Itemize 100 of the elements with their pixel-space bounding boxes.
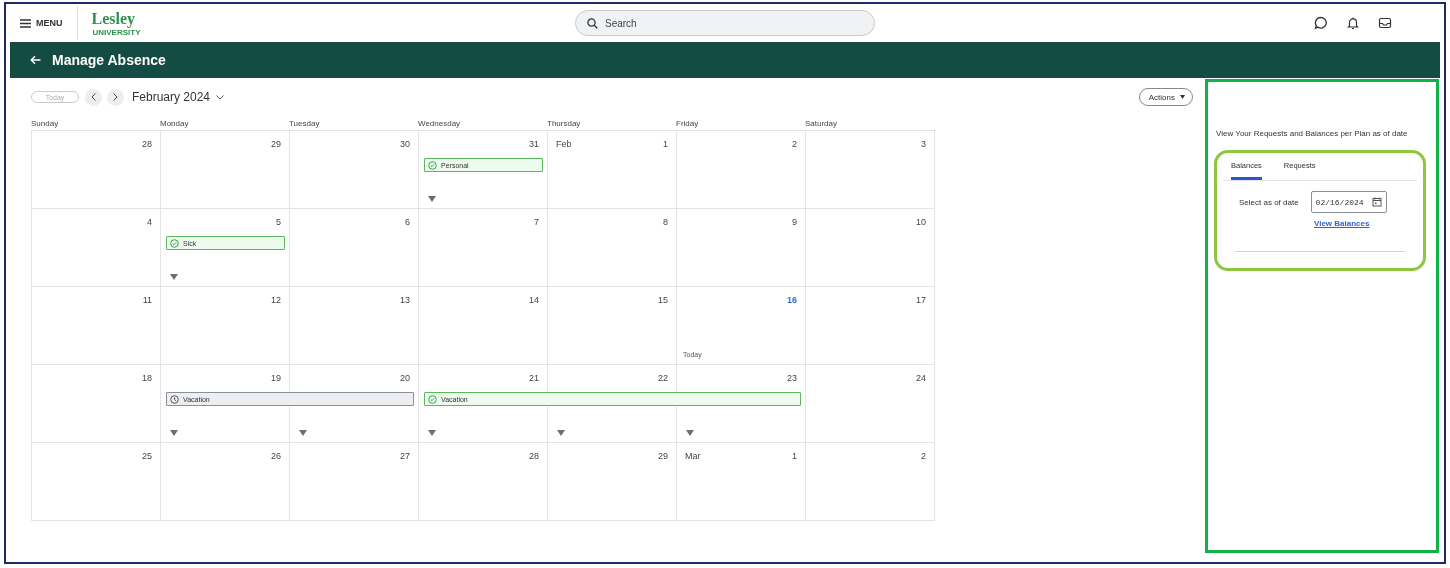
chevron-right-icon [113,93,118,101]
day-number: 26 [271,451,281,461]
weekday-label: Saturday [805,119,838,128]
day-number: 3 [921,139,926,149]
day-number: 31 [529,139,539,149]
calendar-icon[interactable] [1371,197,1382,207]
day-number: 18 [142,373,152,383]
day-cell[interactable]: Mar 1 [677,443,806,521]
day-number: 11 [142,295,152,305]
month-label: Feb [556,139,572,149]
day-cell[interactable]: 28 [419,443,548,521]
day-cell[interactable]: 27 [290,443,419,521]
day-number: 9 [792,217,797,227]
search-field[interactable]: Search [575,10,875,36]
day-cell[interactable]: 12 [161,287,290,365]
menu-icon [20,18,31,28]
day-cell[interactable]: 13 [290,287,419,365]
day-cell[interactable]: 4 [32,209,161,287]
expand-caret-icon[interactable] [686,430,694,436]
day-number: 29 [658,451,668,461]
day-number: 2 [792,139,797,149]
day-cell[interactable]: 30 [290,131,419,209]
notifications-icon[interactable] [1346,16,1360,30]
day-number: 5 [276,217,281,227]
day-cell[interactable]: 9 [677,209,806,287]
date-label: Select as of date [1239,197,1299,207]
day-number: 1 [663,139,668,149]
month-label: Mar [685,451,701,461]
day-cell[interactable]: 18 [32,365,161,443]
chevron-left-icon [91,93,96,101]
day-number: 10 [916,217,926,227]
day-number: 23 [787,373,797,383]
day-cell[interactable]: 2 [677,131,806,209]
check-circle-icon [428,394,437,404]
day-number: 19 [271,373,281,383]
day-cell[interactable]: 7 [419,209,548,287]
day-number: 13 [400,295,410,305]
day-cell[interactable]: 10 [806,209,935,287]
day-number: 2 [921,451,926,461]
search-icon [587,17,598,29]
day-cell[interactable]: 11 [32,287,161,365]
weekday-label: Tuesday [289,119,320,128]
inbox-icon[interactable] [1378,16,1392,30]
weekday-label: Sunday [31,119,59,128]
day-number: 4 [147,217,152,227]
day-number: 28 [142,139,152,149]
month-picker[interactable]: February 2024 [129,90,225,104]
expand-caret-icon[interactable] [428,196,436,202]
expand-caret-icon[interactable] [299,430,307,436]
day-cell[interactable]: 29 [161,131,290,209]
day-number: 1 [792,451,797,461]
day-cell[interactable]: 28 [32,131,161,209]
weekday-label: Wednesday [418,119,461,128]
expand-caret-icon[interactable] [170,274,178,280]
logo-subtitle: UNIVERSITY [92,27,141,37]
day-cell[interactable]: 6 [290,209,419,287]
back-arrow-icon[interactable] [30,55,41,65]
weekday-label: Monday [160,119,189,128]
view-balances-link[interactable]: View Balances [1314,219,1370,228]
expand-caret-icon[interactable] [557,430,565,436]
day-number: 20 [400,373,410,383]
day-number: 29 [271,139,281,149]
day-number: 17 [916,295,926,305]
day-cell[interactable]: 3 [806,131,935,209]
day-cell[interactable]: 29 [548,443,677,521]
panel-heading: View Your Requests and Balances per Plan as of date [1216,129,1409,138]
weekday-label: Thursday [547,119,581,128]
logo[interactable]: Lesley [91,9,136,28]
day-cell[interactable]: 17 [806,287,935,365]
day-cell[interactable]: 2 [806,443,935,521]
expand-caret-icon[interactable] [428,430,436,436]
day-number: 15 [658,295,668,305]
day-number: 22 [658,373,668,383]
day-cell[interactable]: 26 [161,443,290,521]
chevron-down-icon [216,94,225,100]
day-cell[interactable]: 8 [548,209,677,287]
day-cell[interactable]: 14 [419,287,548,365]
day-number: 24 [916,373,926,383]
day-number: 6 [405,217,410,227]
day-number: 30 [400,139,410,149]
menu-button[interactable]: MENU [14,4,73,42]
day-number: 25 [142,451,152,461]
day-number: 16 [787,295,797,305]
check-circle-icon [170,238,179,248]
day-cell[interactable]: 24 [806,365,935,443]
clock-icon [170,394,179,404]
day-cell[interactable]: 15 [548,287,677,365]
actions-button[interactable]: Actions [1138,88,1193,106]
day-number: 8 [663,217,668,227]
expand-caret-icon[interactable] [170,430,178,436]
weekday-label: Friday [676,119,699,128]
day-cell[interactable]: 25 [32,443,161,521]
day-cell[interactable]: Feb 1 [548,131,677,209]
date-field[interactable]: 02/16/2024 [1310,191,1387,213]
day-number: 7 [534,217,539,227]
caret-icon [1180,95,1185,99]
day-number: 21 [529,373,539,383]
chat-icon[interactable] [1314,16,1328,30]
check-circle-icon [428,160,437,170]
day-number: 27 [400,451,410,461]
